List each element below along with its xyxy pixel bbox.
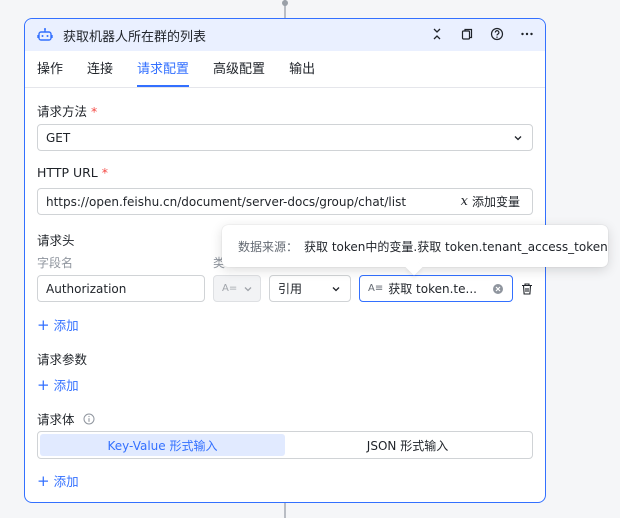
body-mode-toggle: Key-Value 形式输入 JSON 形式输入 [37,431,533,459]
add-header-button[interactable]: + 添加 [37,315,79,334]
tab-output[interactable]: 输出 [289,61,315,87]
info-icon[interactable] [81,411,97,427]
url-label: HTTP URL * [37,165,108,180]
url-input[interactable]: https://open.feishu.cn/document/server-d… [37,188,533,215]
chevron-down-icon [510,130,526,146]
tooltip-key: 数据来源： [238,239,299,254]
collapse-icon[interactable] [429,26,445,42]
data-source-tooltip: 数据来源： 获取 token中的变量.获取 token.tenant_acces… [222,225,608,276]
required-mark: * [101,165,108,180]
header-value-text: 获取 token.te... [388,282,477,296]
add-variable-button[interactable]: 𝑥 添加变量 [461,193,520,210]
tab-request-config[interactable]: 请求配置 [137,61,190,87]
add-param-label: 添加 [53,378,79,393]
add-body-label: 添加 [53,474,79,489]
delete-icon[interactable] [519,281,535,297]
node-title: 获取机器人所在群的列表 [63,29,207,45]
body-mode-json[interactable]: JSON 形式输入 [285,434,530,456]
tab-connection[interactable]: 连接 [87,61,113,87]
headers-col-field: 字段名 [37,256,74,270]
headers-label: 请求头 [37,233,75,248]
chevron-down-icon [328,281,344,297]
body-mode-key-value[interactable]: Key-Value 形式输入 [40,434,285,456]
add-param-button[interactable]: + 添加 [37,375,79,394]
tab-advanced-config[interactable]: 高级配置 [213,61,265,87]
method-label: 请求方法 * [37,101,97,120]
tooltip-value: 获取 token中的变量.获取 token.tenant_access_toke… [304,239,608,254]
url-value: https://open.feishu.cn/document/server-d… [46,194,407,209]
chevron-down-icon [240,281,256,297]
help-icon[interactable] [489,26,505,42]
header-field-input[interactable]: Authorization [37,275,205,302]
variable-type-icon: A≡ [368,283,384,294]
plus-icon: + [37,471,50,490]
add-body-button[interactable]: + 添加 [37,471,79,490]
header-field-value: Authorization [46,281,127,296]
clear-icon[interactable] [490,281,506,297]
plus-icon: + [37,375,50,394]
type-icon: A= [222,283,238,294]
copy-icon[interactable] [459,26,475,42]
body-label: 请求体 [37,409,97,428]
method-select[interactable]: GET [37,124,533,151]
add-variable-label: 添加变量 [471,195,520,209]
node-header[interactable]: 获取机器人所在群的列表 [25,19,545,51]
tab-bar: 操作 连接 请求配置 高级配置 输出 [37,61,339,87]
method-value: GET [46,130,71,145]
plus-icon: + [37,315,50,334]
header-ref-select[interactable]: 引用 [269,275,351,302]
header-ref-value: 引用 [278,282,303,296]
required-mark: * [91,104,98,119]
bot-icon [37,27,53,43]
body-label-text: 请求体 [37,412,75,427]
params-label: 请求参数 [37,352,88,367]
header-value-ref[interactable]: A≡ 获取 token.te... [359,275,513,302]
connector-dot-top [282,0,288,6]
tab-operation[interactable]: 操作 [37,61,63,87]
method-label-text: 请求方法 [37,104,88,119]
tab-divider [25,87,545,88]
variable-icon: 𝑥 [460,194,468,209]
connector-bottom [284,502,286,518]
header-type-select[interactable]: A= [213,275,261,302]
url-label-text: HTTP URL [37,165,98,180]
more-icon[interactable] [519,26,535,42]
add-header-label: 添加 [53,318,79,333]
